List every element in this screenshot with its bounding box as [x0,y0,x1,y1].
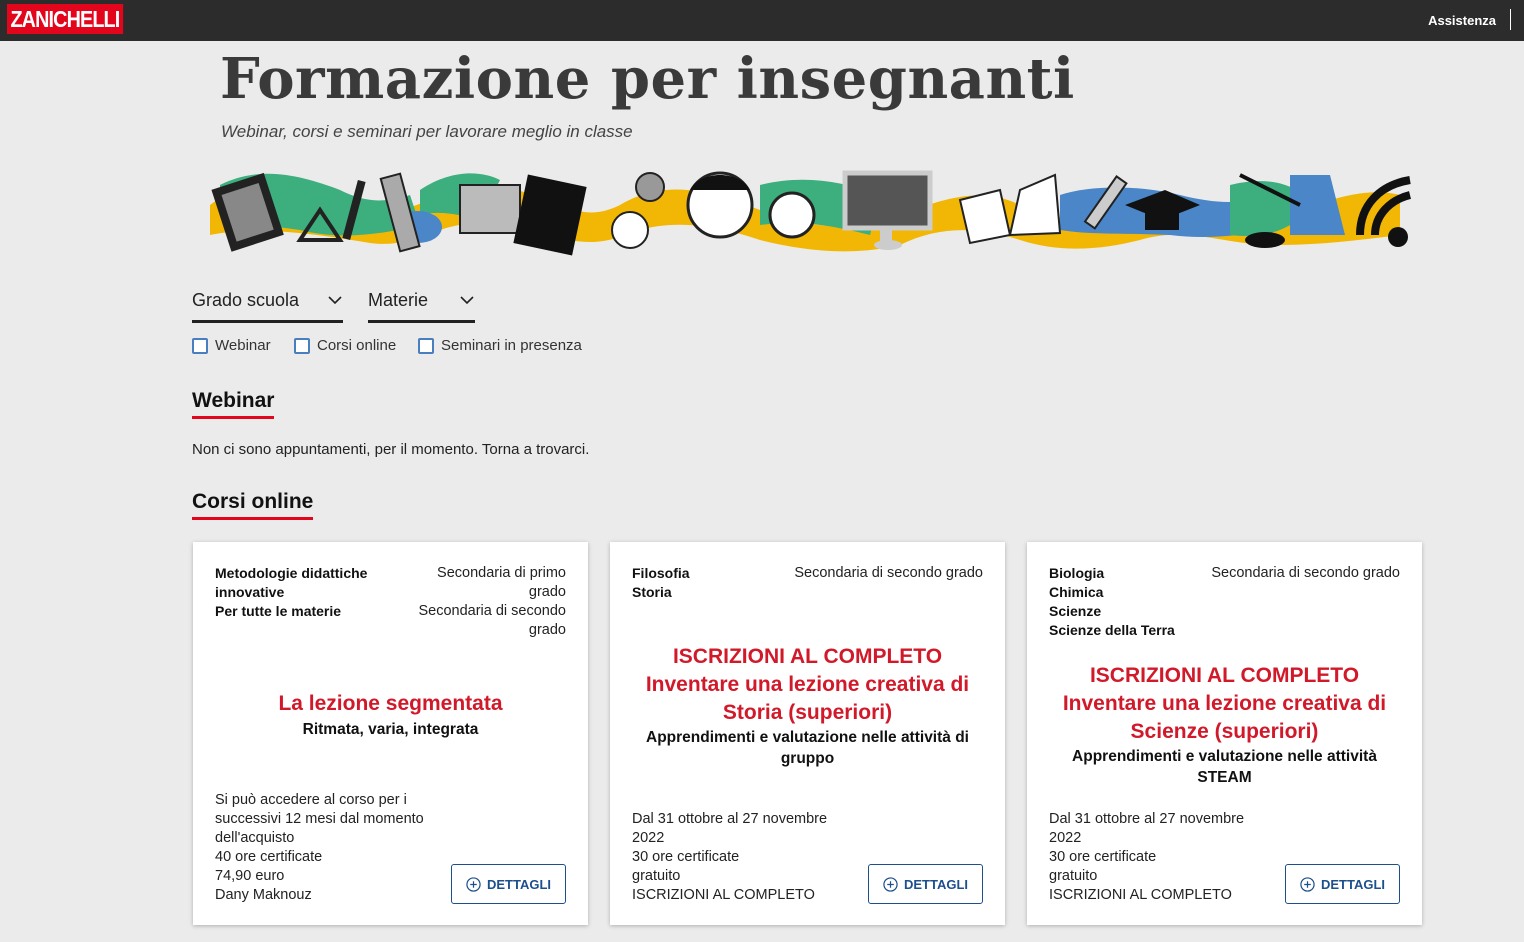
corsi-online-checkbox[interactable]: Corsi online [294,337,398,355]
chevron-down-icon [328,296,342,305]
info-line: gratuito [632,868,681,884]
subject-label: Filosofia [632,565,690,581]
checkbox-box[interactable] [418,338,434,354]
card-title: ISCRIZIONI AL COMPLETO Inventare una lez… [1047,662,1402,746]
card-title: La lezione segmentata [213,690,568,718]
subject-label: Scienze [1049,603,1102,619]
dettagli-label: DETTAGLI [903,876,969,892]
grado-scuola-select[interactable]: Grado scuola [192,286,343,323]
grade-label: Secondaria di primo grado [437,565,566,600]
grade-label: Secondaria di secondo grado [1211,565,1400,581]
subject-label: Storia [632,584,672,600]
corsi-online-section-title: Corsi online [192,490,314,520]
info-line: 40 ore certificate [215,849,323,865]
checkbox-box[interactable] [294,338,310,354]
plus-circle-icon [1300,876,1315,892]
card-title: ISCRIZIONI AL COMPLETO Inventare una lez… [630,643,985,727]
assistenza-link[interactable]: Assistenza [1428,13,1496,28]
card-info: Si può accedere al corso per i successiv… [215,791,435,905]
info-line: ISCRIZIONI AL COMPLETO [632,887,815,903]
info-line: 30 ore certificate [632,849,740,865]
course-card: Biologia Chimica Scienze Scienze della T… [1027,542,1422,925]
dettagli-button[interactable]: DETTAGLI [451,864,566,904]
card-title-line: ISCRIZIONI AL COMPLETO [672,645,943,668]
card-title-line: Inventare una lezione creativa di Scienz… [1062,692,1387,743]
header-divider [1510,9,1511,30]
card-subtitle: Apprendimenti e valutazione nelle attivi… [1072,748,1377,786]
card-title-line: Inventare una lezione creativa di Storia… [645,673,970,724]
grado-scuola-label: Grado scuola [192,290,300,310]
info-line: ISCRIZIONI AL COMPLETO [1049,887,1232,903]
card-subtitle: Ritmata, varia, integrata [302,721,479,738]
chevron-down-icon [460,296,474,305]
dettagli-button[interactable]: DETTAGLI [868,864,983,904]
card-grades: Secondaria di secondo grado [1211,564,1400,583]
info-line: 30 ore certificate [1049,849,1157,865]
card-info: Dal 31 ottobre al 27 novembre 2022 30 or… [632,810,852,905]
subject-label: Scienze della Terra [1049,622,1175,638]
plus-circle-icon [466,876,481,892]
webinar-checkbox[interactable]: Webinar [192,337,272,355]
card-subjects: Biologia Chimica Scienze Scienze della T… [1049,564,1175,640]
page-title: Formazione per insegnanti [220,46,1075,112]
course-card: Filosofia Storia Secondaria di secondo g… [610,542,1005,925]
checkbox-label: Corsi online [317,337,397,354]
subject-label: Metodologie didattiche innovative [215,565,368,600]
checkbox-box[interactable] [192,338,208,354]
webinar-section-title: Webinar [192,389,275,419]
hero-illustration-banner [210,170,1412,256]
info-line: Dal 31 ottobre al 27 novembre 2022 [632,811,828,846]
info-line: Dal 31 ottobre al 27 novembre 2022 [1049,811,1245,846]
seminari-checkbox[interactable]: Seminari in presenza [418,337,583,355]
grade-label: Secondaria di secondo grado [794,565,983,581]
info-line: 74,90 euro [215,868,285,884]
grade-label: Secondaria di secondo grado [418,603,566,638]
card-title-line: La lezione segmentata [278,692,503,715]
dettagli-button[interactable]: DETTAGLI [1285,864,1400,904]
course-card: Metodologie didattiche innovative Per tu… [193,542,588,925]
card-subjects: Metodologie didattiche innovative Per tu… [215,564,395,621]
zanichelli-logo[interactable]: ZANICHELLI [7,4,123,34]
plus-circle-icon [883,876,898,892]
materie-label: Materie [368,290,429,310]
card-subjects: Filosofia Storia [632,564,690,602]
card-title-line: ISCRIZIONI AL COMPLETO [1089,664,1360,687]
dettagli-label: DETTAGLI [486,876,552,892]
subject-label: Chimica [1049,584,1104,600]
info-line: Dany Maknouz [215,887,312,903]
card-grades: Secondaria di secondo grado [794,564,983,583]
webinar-empty-message: Non ci sono appuntamenti, per il momento… [192,441,590,458]
checkbox-label: Seminari in presenza [441,337,582,354]
subject-label: Per tutte le materie [215,603,342,619]
info-line: Si può accedere al corso per i successiv… [215,792,424,846]
checkbox-label: Webinar [215,337,271,354]
info-line: gratuito [1049,868,1098,884]
page-subtitle: Webinar, corsi e seminari per lavorare m… [221,122,633,141]
dettagli-label: DETTAGLI [1320,876,1386,892]
subject-label: Biologia [1049,565,1105,581]
materie-select[interactable]: Materie [368,286,475,323]
card-subtitle: Apprendimenti e valutazione nelle attivi… [646,729,969,767]
card-info: Dal 31 ottobre al 27 novembre 2022 30 or… [1049,810,1269,905]
top-bar: ZANICHELLI Assistenza [0,0,1524,41]
card-grades: Secondaria di primo grado Secondaria di … [396,564,566,640]
